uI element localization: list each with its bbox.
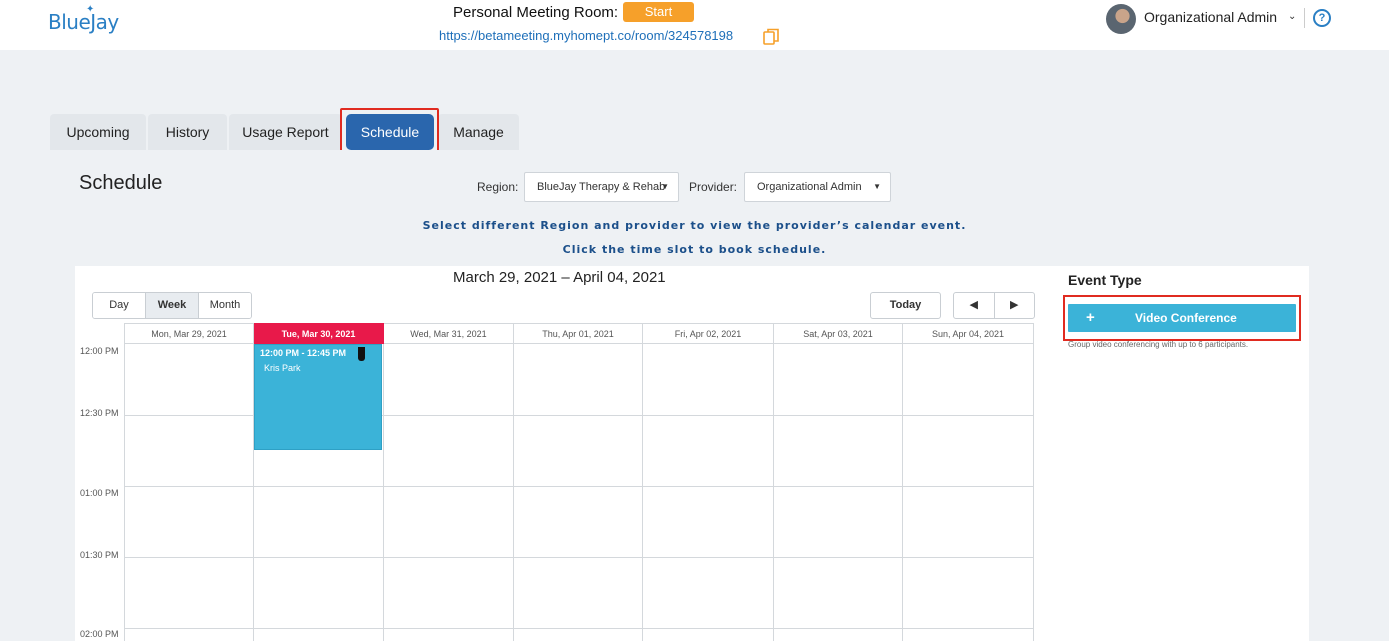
day-header-sun: Sun, Apr 04, 2021: [903, 323, 1034, 344]
copy-icon[interactable]: [763, 28, 779, 45]
help-icon[interactable]: ?: [1313, 9, 1331, 27]
region-label: Region:: [477, 180, 519, 194]
calendar-event[interactable]: 12:00 PM - 12:45 PM Kris Park: [254, 344, 382, 450]
video-conference-button[interactable]: + Video Conference: [1068, 304, 1296, 332]
start-meeting-button[interactable]: Start: [623, 2, 694, 22]
tab-manage[interactable]: Manage: [438, 114, 519, 150]
caret-down-icon: ▼: [661, 182, 669, 191]
date-range-title: March 29, 2021 – April 04, 2021: [453, 269, 666, 286]
day-column-divider: [383, 344, 384, 641]
region-value: BlueJay Therapy & Rehab: [537, 181, 666, 193]
previous-week-icon[interactable]: ◀: [954, 293, 995, 318]
video-conference-description: Group video conferencing with up to 6 pa…: [1068, 340, 1249, 349]
avatar[interactable]: [1106, 4, 1136, 34]
bluejay-logo[interactable]: BlueJay ✦: [48, 4, 119, 34]
time-slot-divider: [125, 628, 1034, 629]
time-label: 02:00 PM: [80, 629, 119, 639]
week-navigation: ◀ ▶: [953, 292, 1035, 319]
caret-down-icon: ▼: [873, 182, 881, 191]
event-drag-handle[interactable]: [358, 347, 365, 361]
schedule-tab-highlight: [340, 108, 439, 154]
event-time: 12:00 PM - 12:45 PM: [260, 348, 347, 358]
logo-text: BlueJay: [48, 10, 119, 34]
chevron-down-icon[interactable]: ⌄: [1288, 11, 1296, 22]
today-button[interactable]: Today: [870, 292, 941, 319]
hint-region-provider: Select different Region and provider to …: [422, 219, 967, 232]
time-label: 01:30 PM: [80, 550, 119, 560]
page-title: Schedule: [79, 172, 163, 194]
view-month-button[interactable]: Month: [199, 293, 251, 318]
top-bar: BlueJay ✦ Personal Meeting Room: Start h…: [0, 0, 1389, 50]
event-type-title: Event Type: [1068, 272, 1142, 288]
room-url-link[interactable]: https://betameeting.myhomept.co/room/324…: [439, 28, 733, 43]
provider-select[interactable]: Organizational Admin ▼: [744, 172, 891, 202]
view-week-button[interactable]: Week: [146, 293, 199, 318]
tab-usage-report[interactable]: Usage Report: [229, 114, 342, 150]
tab-history[interactable]: History: [148, 114, 227, 150]
day-column-divider: [513, 344, 514, 641]
video-conference-label: Video Conference: [1135, 311, 1237, 325]
user-name[interactable]: Organizational Admin: [1144, 9, 1277, 25]
bird-icon: ✦: [86, 4, 94, 15]
hint-book-slot: Click the time slot to book schedule.: [562, 243, 827, 256]
day-column-divider: [642, 344, 643, 641]
time-label: 01:00 PM: [80, 488, 119, 498]
provider-value: Organizational Admin: [757, 181, 862, 193]
day-header-fri: Fri, Apr 02, 2021: [643, 323, 774, 344]
day-header-thu: Thu, Apr 01, 2021: [514, 323, 643, 344]
day-header-sat: Sat, Apr 03, 2021: [774, 323, 903, 344]
region-select[interactable]: BlueJay Therapy & Rehab ▼: [524, 172, 679, 202]
day-header-mon: Mon, Mar 29, 2021: [125, 323, 254, 344]
tab-upcoming[interactable]: Upcoming: [50, 114, 146, 150]
plus-icon: +: [1086, 309, 1095, 326]
view-switcher: Day Week Month: [92, 292, 252, 319]
event-name: Kris Park: [264, 363, 301, 373]
day-header-wed: Wed, Mar 31, 2021: [384, 323, 514, 344]
provider-label: Provider:: [689, 180, 738, 194]
day-column-divider: [773, 344, 774, 641]
time-slot-divider: [125, 486, 1034, 487]
time-label: 12:30 PM: [80, 408, 119, 418]
header-divider: [1304, 8, 1305, 28]
view-day-button[interactable]: Day: [93, 293, 146, 318]
day-column-divider: [1033, 344, 1034, 641]
day-header-tue: Tue, Mar 30, 2021: [254, 323, 384, 344]
day-column-divider: [902, 344, 903, 641]
next-week-icon[interactable]: ▶: [995, 293, 1035, 318]
meeting-room-label: Personal Meeting Room:: [453, 4, 619, 21]
time-label: 12:00 PM: [80, 346, 119, 356]
time-slot-divider: [125, 557, 1034, 558]
